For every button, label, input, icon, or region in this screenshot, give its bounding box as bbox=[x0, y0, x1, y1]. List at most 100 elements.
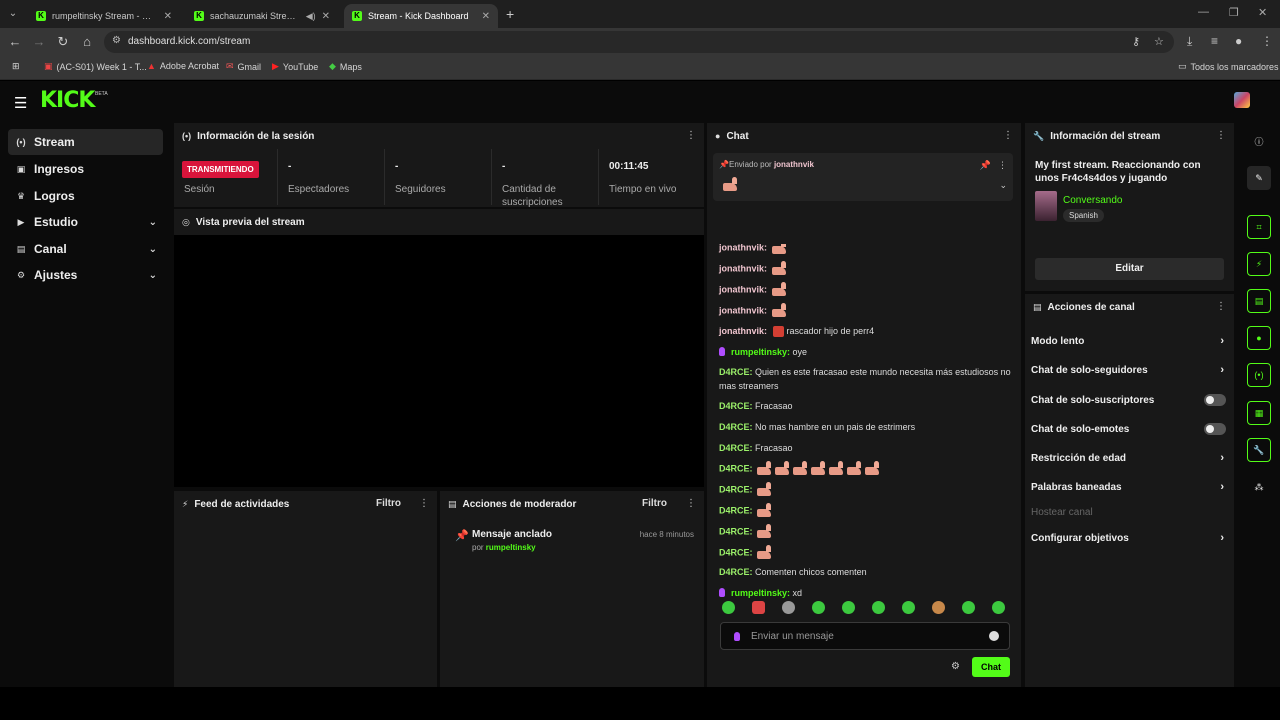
broadcast-icon[interactable]: (•) bbox=[1247, 363, 1271, 387]
server-icon[interactable]: ▦ bbox=[1247, 401, 1271, 425]
chevron-down-icon[interactable]: ⌄ bbox=[999, 180, 1007, 191]
bookmark-star-icon[interactable]: ☆ bbox=[1154, 35, 1164, 48]
bookmark-item[interactable]: ▲ Adobe Acrobat bbox=[147, 61, 219, 71]
browser-tab-1[interactable]: K rumpeltinsky Stream - Watch Li ✕ bbox=[28, 4, 180, 28]
more-options-icon[interactable]: ⋮ bbox=[1216, 301, 1226, 312]
browser-menu-icon[interactable]: ⋮ bbox=[1261, 34, 1273, 48]
chat-username[interactable]: jonathnvik: bbox=[719, 326, 767, 336]
hamburger-menu-icon[interactable]: ☰ bbox=[14, 94, 27, 112]
chat-username[interactable]: rumpeltinsky: bbox=[731, 347, 790, 357]
reload-icon[interactable]: ↻ bbox=[55, 34, 71, 50]
sidebar-item-estudio[interactable]: ▶ Estudio ⌄ bbox=[8, 209, 163, 235]
bookmark-item[interactable]: ▶ YouTube bbox=[272, 61, 318, 72]
chat-send-button[interactable]: Chat bbox=[972, 657, 1010, 677]
forward-icon[interactable]: → bbox=[31, 34, 47, 49]
chat-username[interactable]: jonathnvik: bbox=[719, 305, 767, 315]
sidebar-item-stream[interactable]: (•) Stream bbox=[8, 129, 163, 155]
emote-button[interactable] bbox=[902, 601, 915, 614]
close-window-icon[interactable]: ✕ bbox=[1258, 6, 1267, 19]
chat-message[interactable]: jonathnvik: bbox=[719, 303, 1013, 319]
emote-button[interactable] bbox=[842, 601, 855, 614]
chat-message[interactable]: rumpeltinsky: oye bbox=[719, 345, 1013, 359]
restore-icon[interactable]: ❐ bbox=[1229, 6, 1239, 19]
unpin-icon[interactable]: 📌 bbox=[980, 160, 991, 171]
browser-tab-2[interactable]: K sachauzumaki Stream - Wat ◀) ✕ bbox=[186, 4, 338, 28]
users-icon[interactable]: ⁂ bbox=[1247, 475, 1271, 499]
chat-message[interactable]: jonathnvik: bbox=[719, 244, 1013, 256]
address-bar[interactable]: ⚙ dashboard.kick.com/stream ⚷ ☆ bbox=[104, 31, 1174, 53]
more-options-icon[interactable]: ⋮ bbox=[1216, 130, 1226, 141]
chat-username[interactable]: D4RCE: bbox=[719, 422, 753, 432]
chat-message[interactable]: D4RCE: bbox=[719, 461, 1013, 477]
scan-icon[interactable]: ⌗ bbox=[1247, 215, 1271, 239]
chat-message[interactable]: D4RCE: No mas hambre en un pais de estri… bbox=[719, 420, 1013, 434]
lightning-icon[interactable]: ⚡ bbox=[1247, 252, 1271, 276]
chat-username[interactable]: D4RCE: bbox=[719, 463, 753, 473]
chat-input[interactable] bbox=[751, 628, 981, 644]
chat-username[interactable]: D4RCE: bbox=[719, 526, 753, 536]
filter-button[interactable]: Filtro bbox=[376, 498, 401, 509]
sidebar-item-ajustes[interactable]: ⚙ Ajustes ⌄ bbox=[8, 262, 163, 288]
chat-message[interactable]: D4RCE: bbox=[719, 503, 1013, 519]
wrench-icon[interactable]: 🔧 bbox=[1247, 438, 1271, 462]
chat-message[interactable]: jonathnvik: bbox=[719, 261, 1013, 277]
chat-message[interactable]: D4RCE: Quien es este fracasao este mundo… bbox=[719, 365, 1013, 393]
sidebar-item-ingresos[interactable]: ▣ Ingresos bbox=[8, 156, 163, 182]
info-icon[interactable]: ⓘ bbox=[1247, 129, 1271, 153]
emote-button[interactable] bbox=[752, 601, 765, 614]
banned-words-row[interactable]: Palabras baneadas › bbox=[1031, 477, 1226, 497]
author-username[interactable]: rumpeltinsky bbox=[486, 543, 536, 552]
chat-username[interactable]: D4RCE: bbox=[719, 567, 753, 577]
subscribers-only-toggle[interactable] bbox=[1204, 394, 1226, 406]
filter-button[interactable]: Filtro bbox=[642, 498, 667, 509]
more-options-icon[interactable]: ⋮ bbox=[998, 160, 1007, 171]
minimize-icon[interactable]: — bbox=[1198, 6, 1209, 18]
emote-button[interactable] bbox=[782, 601, 795, 614]
bookmark-item[interactable]: ▣ (AC-S01) Week 1 - T... bbox=[44, 61, 147, 72]
chat-username[interactable]: jonathnvik: bbox=[719, 284, 767, 294]
chat-username[interactable]: jonathnvik: bbox=[719, 244, 767, 252]
home-icon[interactable]: ⌂ bbox=[79, 34, 95, 49]
chat-username[interactable]: D4RCE: bbox=[719, 367, 753, 377]
media-controls-icon[interactable]: ≡ bbox=[1211, 34, 1218, 48]
apps-grid-icon[interactable]: ⊞ bbox=[12, 61, 20, 72]
chat-message[interactable]: D4RCE: Comenten chicos comenten bbox=[719, 565, 1013, 579]
goals-row[interactable]: Configurar objetivos › bbox=[1031, 528, 1226, 548]
chat-username[interactable]: D4RCE: bbox=[719, 547, 753, 557]
emote-button[interactable] bbox=[932, 601, 945, 614]
chat-settings-icon[interactable]: ⚙ bbox=[951, 661, 960, 672]
chat-message[interactable]: rumpeltinsky: xd bbox=[719, 586, 1013, 600]
bookmark-item[interactable]: ✉ Gmail bbox=[226, 61, 261, 72]
chat-messages[interactable]: jonathnvik: jonathnvik: jonathnvik: jona… bbox=[707, 244, 1023, 604]
pinned-username[interactable]: jonathnvik bbox=[774, 160, 814, 169]
slow-mode-row[interactable]: Modo lento › bbox=[1031, 331, 1226, 351]
stream-category[interactable]: Conversando bbox=[1063, 195, 1122, 206]
emote-button[interactable] bbox=[962, 601, 975, 614]
audio-icon[interactable]: ◀) bbox=[306, 11, 316, 22]
chat-message-field[interactable] bbox=[720, 622, 1010, 650]
profile-icon[interactable]: ● bbox=[1235, 34, 1242, 48]
chat-message[interactable]: D4RCE: Fracasao bbox=[719, 399, 1013, 413]
emote-button[interactable] bbox=[872, 601, 885, 614]
password-key-icon[interactable]: ⚷ bbox=[1132, 35, 1140, 48]
edit-stream-button[interactable]: Editar bbox=[1035, 258, 1224, 280]
chat-username[interactable]: jonathnvik: bbox=[719, 263, 767, 273]
more-options-icon[interactable]: ⋮ bbox=[419, 498, 429, 509]
back-icon[interactable]: ← bbox=[7, 34, 23, 49]
emote-button[interactable] bbox=[992, 601, 1005, 614]
chat-username[interactable]: rumpeltinsky: bbox=[731, 588, 790, 598]
more-options-icon[interactable]: ⋮ bbox=[1003, 130, 1013, 141]
chat-message[interactable]: D4RCE: bbox=[719, 524, 1013, 540]
age-restriction-row[interactable]: Restricción de edad › bbox=[1031, 448, 1226, 468]
chat-username[interactable]: D4RCE: bbox=[719, 401, 753, 411]
chat-username[interactable]: D4RCE: bbox=[719, 484, 753, 494]
more-options-icon[interactable]: ⋮ bbox=[686, 498, 696, 509]
followers-only-row[interactable]: Chat de solo-seguidores › bbox=[1031, 360, 1226, 380]
chat-username[interactable]: D4RCE: bbox=[719, 443, 753, 453]
clipboard-icon[interactable]: ▤ bbox=[1247, 289, 1271, 313]
browser-tab-3[interactable]: K Stream - Kick Dashboard ✕ bbox=[344, 4, 498, 28]
close-tab-icon[interactable]: ✕ bbox=[482, 11, 490, 22]
stream-preview-video[interactable] bbox=[174, 235, 704, 487]
close-tab-icon[interactable]: ✕ bbox=[322, 11, 330, 22]
bookmark-item[interactable]: ◆ Maps bbox=[329, 61, 362, 72]
